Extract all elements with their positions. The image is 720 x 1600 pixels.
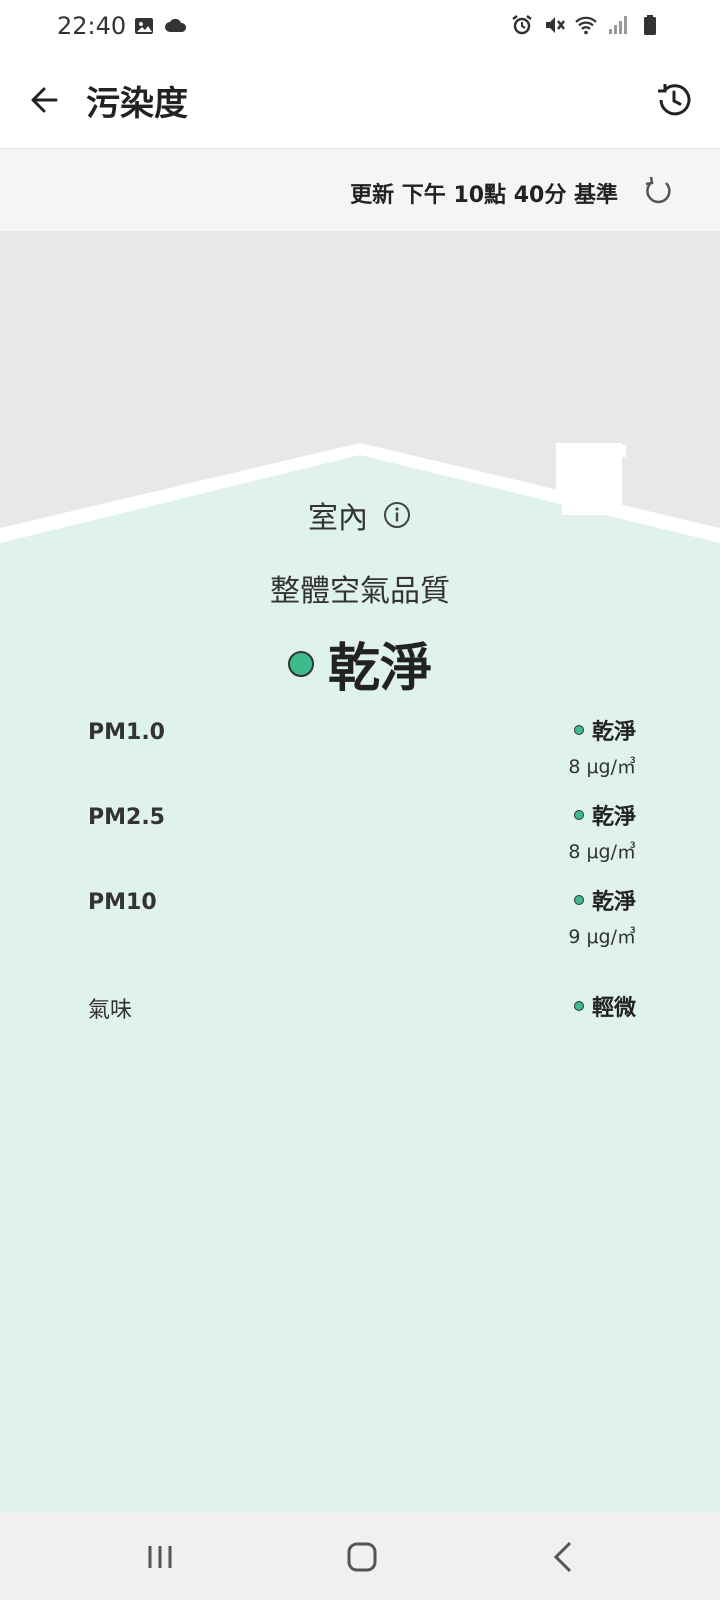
pollutant-value: 8 μg/㎥ <box>568 841 636 863</box>
navigation-bar <box>0 1513 720 1600</box>
app-bar: 污染度 <box>0 52 720 149</box>
status-dot <box>573 725 584 735</box>
status-dot <box>573 1001 584 1011</box>
back-icon[interactable] <box>542 1535 586 1579</box>
pollutant-name: PM1.0 <box>88 720 165 745</box>
recent-apps-icon[interactable] <box>138 1535 182 1579</box>
status-time: 22:40 <box>57 12 127 40</box>
update-timestamp: 更新 下午 10點 40分 基準 <box>350 183 618 208</box>
pollutant-row-pm1: PM1.0 乾淨 8 μg/㎥ <box>88 714 636 784</box>
info-icon[interactable] <box>382 500 412 530</box>
vibrate-icon <box>546 17 565 33</box>
cloud-icon <box>165 18 187 32</box>
image-icon <box>135 18 153 34</box>
status-dot <box>287 650 314 677</box>
pollutant-value: 8 μg/㎥ <box>568 756 636 778</box>
overall-air-quality-label: 整體空氣品質 <box>270 574 450 609</box>
pollutant-name: PM10 <box>88 890 157 915</box>
pollutant-status: 乾淨 <box>591 890 636 915</box>
status-bar: 22:40 <box>0 0 720 52</box>
arrow-left-icon[interactable] <box>26 80 66 120</box>
update-row: 更新 下午 10點 40分 基準 <box>0 149 720 231</box>
alarm-icon <box>512 15 532 35</box>
status-dot <box>573 810 584 820</box>
pollutant-row-pm10: PM10 乾淨 9 μg/㎥ <box>88 884 636 954</box>
wifi-icon <box>575 16 597 35</box>
pollutant-row-odor: 氣味 輕微 <box>88 990 636 1030</box>
page-title: 污染度 <box>86 84 188 124</box>
house-illustration <box>0 443 720 1513</box>
overall-air-quality-status: 乾淨 <box>0 626 720 701</box>
overall-air-quality-value: 乾淨 <box>327 639 432 699</box>
pollutant-status: 乾淨 <box>591 805 636 830</box>
signal-icon <box>609 16 627 34</box>
home-icon[interactable] <box>340 1535 384 1579</box>
indoor-header: 室內 <box>0 493 720 537</box>
pollutant-name: PM2.5 <box>88 805 165 830</box>
pollutant-name: 氣味 <box>88 998 133 1023</box>
indoor-label: 室內 <box>308 501 368 536</box>
status-dot <box>573 895 584 905</box>
refresh-icon[interactable] <box>640 173 676 209</box>
pollutant-status: 乾淨 <box>591 720 636 745</box>
history-icon[interactable] <box>652 78 696 122</box>
pollutant-status: 輕微 <box>591 996 636 1021</box>
battery-icon <box>644 15 656 35</box>
pollutant-value: 9 μg/㎥ <box>568 926 636 948</box>
pollutant-row-pm25: PM2.5 乾淨 8 μg/㎥ <box>88 799 636 869</box>
